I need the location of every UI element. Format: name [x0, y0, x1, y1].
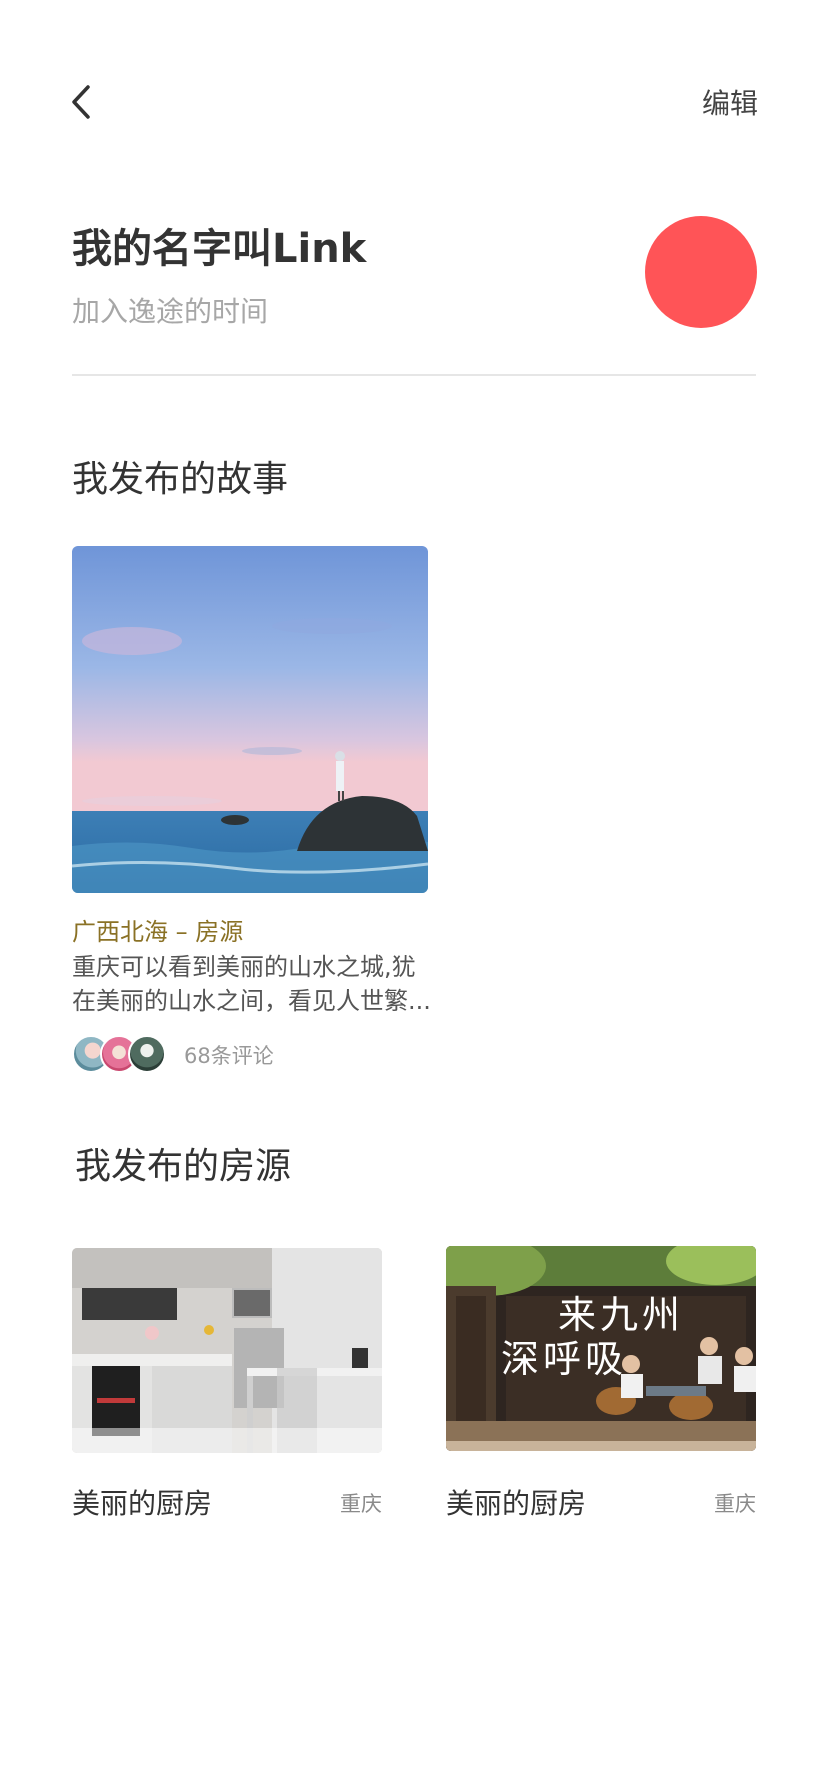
houses-section-title: 我发布的房源: [75, 1146, 292, 1187]
house-title[interactable]: 美丽的厨房: [446, 1482, 586, 1522]
profile-name: 我的名字叫Link: [72, 226, 367, 272]
stories-section-title: 我发布的故事: [72, 459, 289, 500]
avatar[interactable]: [645, 216, 757, 328]
house-city: 重庆: [340, 1492, 382, 1516]
house-image[interactable]: 来九州 深呼吸: [446, 1246, 756, 1451]
story-location: 广西北海 – 房源: [72, 918, 244, 946]
story-image[interactable]: [72, 546, 428, 893]
profile-join-time: 加入逸途的时间: [72, 295, 269, 328]
house-image-caption: 来九州: [558, 1293, 684, 1337]
chevron-left-icon: [68, 84, 96, 124]
divider: [72, 374, 756, 376]
story-description-line: 在美丽的山水之间，看见人世繁...: [72, 987, 431, 1015]
story-description: 重庆可以看到美丽的山水之城,犹 在美丽的山水之间，看见人世繁...: [72, 950, 432, 1018]
back-button[interactable]: [64, 84, 100, 124]
house-title[interactable]: 美丽的厨房: [72, 1482, 212, 1522]
comment-count[interactable]: 68条评论: [184, 1040, 274, 1070]
house-city: 重庆: [714, 1492, 756, 1516]
story-description-line: 重庆可以看到美丽的山水之城,犹: [72, 953, 416, 981]
commenter-avatar: [128, 1035, 166, 1073]
house-image-caption: 深呼吸: [501, 1337, 627, 1381]
house-image[interactable]: [72, 1248, 382, 1453]
edit-button[interactable]: 编辑: [702, 86, 758, 122]
